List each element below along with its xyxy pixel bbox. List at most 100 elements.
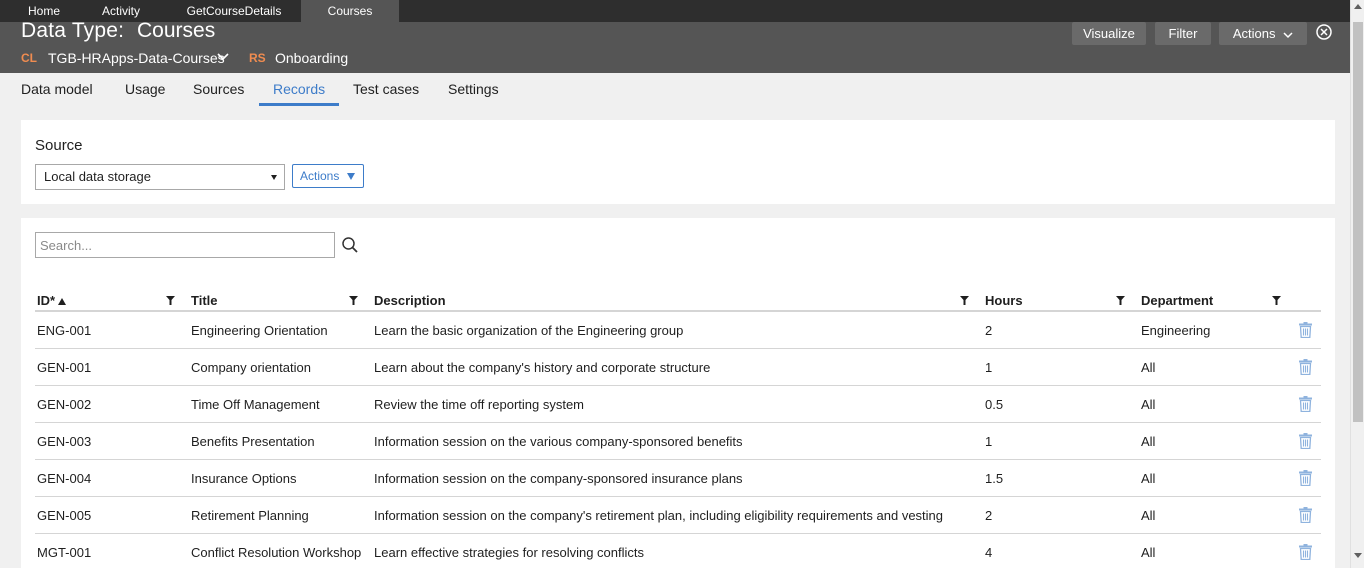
trash-icon[interactable] bbox=[1299, 433, 1312, 450]
cell-id: GEN-002 bbox=[37, 397, 92, 412]
trash-icon[interactable] bbox=[1299, 396, 1312, 413]
caret-down-icon bbox=[271, 175, 277, 180]
cell-description: Learn about the company's history and co… bbox=[374, 360, 711, 375]
subtab-records[interactable]: Records bbox=[273, 81, 325, 97]
filter-icon[interactable] bbox=[1272, 296, 1281, 305]
ruleset-name: Onboarding bbox=[275, 50, 349, 66]
cell-hours: 0.5 bbox=[985, 397, 1004, 412]
source-actions-button[interactable]: Actions bbox=[292, 164, 364, 188]
cell-department: All bbox=[1141, 545, 1156, 560]
caret-down-icon bbox=[347, 173, 355, 180]
cell-title: Benefits Presentation bbox=[191, 434, 315, 449]
cell-id: ENG-001 bbox=[37, 323, 92, 338]
subtab-data-model[interactable]: Data model bbox=[21, 81, 93, 97]
filter-icon[interactable] bbox=[960, 296, 969, 305]
cell-title: Engineering Orientation bbox=[191, 323, 328, 338]
ruleset-badge: RS bbox=[249, 51, 266, 65]
cell-description: Information session on the various compa… bbox=[374, 434, 743, 449]
cell-department: Engineering bbox=[1141, 323, 1211, 338]
filter-icon[interactable] bbox=[349, 296, 358, 305]
cell-id: GEN-003 bbox=[37, 434, 92, 449]
subtab-sources[interactable]: Sources bbox=[193, 81, 244, 97]
cell-description: Information session on the company's ret… bbox=[374, 508, 944, 523]
source-actions-label: Actions bbox=[300, 169, 340, 183]
column-header-hours[interactable]: Hours bbox=[985, 293, 1023, 308]
cell-hours: 2 bbox=[985, 508, 993, 523]
source-dropdown-value: Local data storage bbox=[44, 169, 151, 184]
column-header-title[interactable]: Title bbox=[191, 293, 218, 308]
tab-courses[interactable]: Courses bbox=[301, 0, 399, 22]
trash-icon[interactable] bbox=[1299, 470, 1312, 487]
search-icon[interactable] bbox=[341, 236, 359, 254]
column-header-department[interactable]: Department bbox=[1141, 293, 1213, 308]
records-panel: ID* Title Description Hours Department E… bbox=[21, 218, 1335, 568]
table-header: ID* Title Description Hours Department bbox=[35, 290, 1321, 312]
table-row[interactable]: MGT-001 Conflict Resolution Workshop Learn… bbox=[35, 534, 1321, 568]
source-heading: Source bbox=[35, 137, 83, 154]
column-label: ID* bbox=[37, 293, 56, 308]
record-subtabs: Data model Usage Sources Records Test ca… bbox=[0, 73, 1350, 107]
chevron-down-icon[interactable] bbox=[216, 51, 230, 63]
table-row[interactable]: ENG-001 Engineering Orientation Learn the … bbox=[35, 312, 1321, 349]
data-type-label: Data Type: bbox=[21, 19, 125, 42]
cell-description: Review the time off reporting system bbox=[374, 397, 585, 412]
cell-title: Retirement Planning bbox=[191, 508, 309, 523]
table-body: ENG-001 Engineering Orientation Learn the … bbox=[35, 312, 1321, 568]
subtab-settings[interactable]: Settings bbox=[448, 81, 499, 97]
page-title: Courses bbox=[137, 19, 216, 42]
subtab-test-cases[interactable]: Test cases bbox=[353, 81, 419, 97]
column-header-id[interactable]: ID* bbox=[37, 293, 67, 308]
trash-icon[interactable] bbox=[1299, 544, 1312, 561]
page-header: Data Type: Courses CL TGB-HRApps-Data-Co… bbox=[0, 19, 1350, 73]
source-panel: Source Local data storage Actions bbox=[21, 120, 1335, 204]
scroll-up-arrow-icon[interactable] bbox=[1354, 4, 1362, 9]
cell-title: Time Off Management bbox=[191, 397, 320, 412]
cell-department: All bbox=[1141, 471, 1156, 486]
cell-department: All bbox=[1141, 360, 1156, 375]
cell-department: All bbox=[1141, 434, 1156, 449]
cell-title: Conflict Resolution Workshop bbox=[191, 545, 362, 560]
cell-id: MGT-001 bbox=[37, 545, 92, 560]
table-row[interactable]: GEN-003 Benefits Presentation Information … bbox=[35, 423, 1321, 460]
cell-title: Company orientation bbox=[191, 360, 311, 375]
scroll-down-arrow-icon[interactable] bbox=[1354, 553, 1362, 558]
trash-icon[interactable] bbox=[1299, 507, 1312, 524]
cell-title: Insurance Options bbox=[191, 471, 297, 486]
source-dropdown[interactable]: Local data storage bbox=[35, 164, 285, 190]
cell-description: Information session on the company-spons… bbox=[374, 471, 743, 486]
cell-description: Learn the basic organization of the Engi… bbox=[374, 323, 684, 338]
cell-hours: 4 bbox=[985, 545, 993, 560]
cell-hours: 1 bbox=[985, 434, 993, 449]
class-name[interactable]: TGB-HRApps-Data-Courses bbox=[48, 50, 225, 66]
scrollbar[interactable] bbox=[1350, 0, 1364, 568]
cell-department: All bbox=[1141, 397, 1156, 412]
filter-icon[interactable] bbox=[1116, 296, 1125, 305]
actions-menu-label: Actions bbox=[1232, 26, 1276, 41]
cell-description: Learn effective strategies for resolving… bbox=[374, 545, 645, 560]
visualize-button[interactable]: Visualize bbox=[1072, 22, 1146, 45]
table-row[interactable]: GEN-002 Time Off Management Review the tim… bbox=[35, 386, 1321, 423]
actions-menu-button[interactable]: Actions bbox=[1219, 22, 1307, 45]
cell-department: All bbox=[1141, 508, 1156, 523]
active-tab-underline bbox=[259, 103, 339, 106]
cell-hours: 2 bbox=[985, 323, 993, 338]
class-badge: CL bbox=[21, 51, 37, 65]
chevron-down-icon bbox=[1283, 32, 1293, 38]
sort-ascending-icon bbox=[58, 298, 67, 305]
close-icon[interactable] bbox=[1315, 23, 1333, 41]
table-row[interactable]: GEN-005 Retirement Planning Information se… bbox=[35, 497, 1321, 534]
column-header-description[interactable]: Description bbox=[374, 293, 446, 308]
scrollbar-thumb[interactable] bbox=[1353, 22, 1363, 422]
subtab-usage[interactable]: Usage bbox=[125, 81, 165, 97]
trash-icon[interactable] bbox=[1299, 359, 1312, 376]
search-input[interactable] bbox=[35, 232, 335, 258]
table-row[interactable]: GEN-001 Company orientation Learn about th… bbox=[35, 349, 1321, 386]
filter-button[interactable]: Filter bbox=[1155, 22, 1211, 45]
filter-icon[interactable] bbox=[166, 296, 175, 305]
cell-id: GEN-004 bbox=[37, 471, 92, 486]
cell-hours: 1.5 bbox=[985, 471, 1004, 486]
cell-hours: 1 bbox=[985, 360, 993, 375]
trash-icon[interactable] bbox=[1299, 322, 1312, 339]
records-table: ID* Title Description Hours Department E… bbox=[35, 290, 1321, 568]
table-row[interactable]: GEN-004 Insurance Options Information sess… bbox=[35, 460, 1321, 497]
